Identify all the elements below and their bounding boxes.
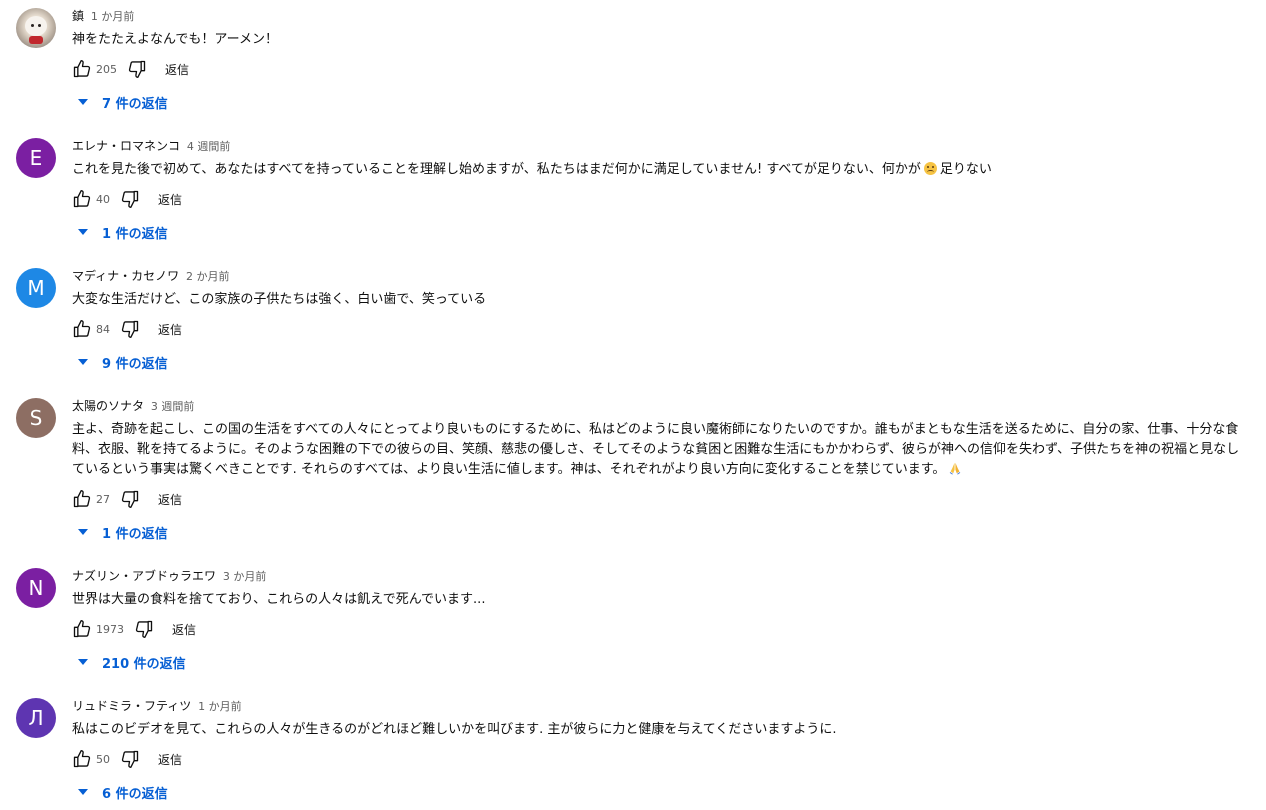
- view-replies-button[interactable]: 7 件の返信: [78, 92, 168, 112]
- dog-bow: [29, 36, 43, 44]
- avatar[interactable]: S: [16, 398, 56, 438]
- avatar-letter: S: [29, 406, 43, 430]
- comment-text-part: 主よ、奇跡を起こし、この国の生活をすべての人々にとってより良いものにするために、…: [72, 422, 1240, 477]
- thumb-down-icon[interactable]: [120, 189, 140, 209]
- replies-count-label: 7 件の返信: [102, 96, 168, 112]
- thumb-up-icon[interactable]: [72, 189, 92, 209]
- folded-hands-icon: [950, 462, 961, 475]
- like-count: 205: [96, 62, 117, 76]
- comment-time[interactable]: 1 か月前: [198, 700, 242, 713]
- comment-time[interactable]: 4 週間前: [187, 140, 231, 153]
- comment-author[interactable]: マディナ・カセノワ: [72, 269, 179, 283]
- avatar-letter: M: [27, 276, 45, 300]
- comment-author[interactable]: リュドミラ・フティツ: [72, 699, 191, 713]
- caret-down-icon: [78, 229, 88, 235]
- avatar[interactable]: E: [16, 138, 56, 178]
- comment-author[interactable]: 鎮: [72, 9, 84, 23]
- like-count: 40: [96, 192, 110, 206]
- thumb-up-icon[interactable]: [72, 619, 92, 639]
- reply-button[interactable]: 返信: [158, 191, 182, 208]
- thumb-down-icon[interactable]: [120, 319, 140, 339]
- reply-button[interactable]: 返信: [158, 751, 182, 768]
- dog-eye: [31, 24, 34, 27]
- caret-down-icon: [78, 359, 88, 365]
- thumb-up-icon[interactable]: [72, 489, 92, 509]
- comment-header: エレナ・ロマネンコ 4 週間前: [72, 138, 230, 154]
- comment-text: 主よ、奇跡を起こし、この国の生活をすべての人々にとってより良いものにするために、…: [72, 420, 1242, 480]
- thumb-down-icon[interactable]: [134, 619, 154, 639]
- dog-eye: [38, 24, 41, 27]
- avatar[interactable]: N: [16, 568, 56, 608]
- comment-author[interactable]: 太陽のソナタ: [72, 399, 144, 413]
- view-replies-button[interactable]: 1 件の返信: [78, 522, 168, 542]
- replies-count-label: 9 件の返信: [102, 356, 168, 372]
- reply-button[interactable]: 返信: [158, 321, 182, 338]
- replies-count-label: 1 件の返信: [102, 526, 168, 542]
- comment-actions: 50 返信: [72, 749, 182, 769]
- caret-down-icon: [78, 789, 88, 795]
- reply-button[interactable]: 返信: [158, 491, 182, 508]
- avatar[interactable]: Л: [16, 698, 56, 738]
- like-count: 50: [96, 752, 110, 766]
- comment-actions: 1973 返信: [72, 619, 196, 639]
- avatar[interactable]: [16, 8, 56, 48]
- thumb-down-icon[interactable]: [120, 489, 140, 509]
- view-replies-button[interactable]: 210 件の返信: [78, 652, 186, 672]
- comment-actions: 40 返信: [72, 189, 182, 209]
- caret-down-icon: [78, 99, 88, 105]
- thumb-up-icon[interactable]: [72, 749, 92, 769]
- thumb-up-icon[interactable]: [72, 319, 92, 339]
- reply-button[interactable]: 返信: [165, 61, 189, 78]
- avatar[interactable]: M: [16, 268, 56, 308]
- comment-text: これを見た後で初めて、あなたはすべてを持っていることを理解し始めますが、私たちは…: [72, 160, 1242, 180]
- replies-count-label: 1 件の返信: [102, 226, 168, 242]
- comment-text: 世界は大量の食料を捨てており、これらの人々は飢えで死んでいます...: [72, 592, 486, 607]
- replies-count-label: 6 件の返信: [102, 786, 168, 802]
- comment-actions: 27 返信: [72, 489, 182, 509]
- comment-text: 私はこのビデオを見て、これらの人々が生きるのがどれほど難しいかを叫びます. 主が…: [72, 722, 837, 737]
- comment-actions: 84 返信: [72, 319, 182, 339]
- comment-time[interactable]: 1 か月前: [91, 10, 135, 23]
- comment-header: リュドミラ・フティツ 1 か月前: [72, 698, 242, 714]
- frowning-face-icon: [923, 162, 937, 175]
- thumb-up-icon[interactable]: [72, 59, 92, 79]
- comment-header: ナズリン・アブドゥラエワ 3 か月前: [72, 568, 266, 584]
- replies-count-label: 210 件の返信: [102, 656, 186, 672]
- comment-header: 鎮 1 か月前: [72, 8, 134, 24]
- caret-down-icon: [78, 529, 88, 535]
- comment-text: 神をたたえよなんでも！アーメン！: [72, 32, 279, 47]
- view-replies-button[interactable]: 9 件の返信: [78, 352, 168, 372]
- comment-author[interactable]: ナズリン・アブドゥラエワ: [72, 569, 216, 583]
- comment-time[interactable]: 3 週間前: [151, 400, 195, 413]
- comment-text-part: 足りない: [939, 162, 992, 177]
- avatar-letter: N: [28, 576, 44, 600]
- comment-time[interactable]: 3 か月前: [223, 570, 267, 583]
- view-replies-button[interactable]: 6 件の返信: [78, 782, 168, 802]
- reply-button[interactable]: 返信: [172, 621, 196, 638]
- thumb-down-icon[interactable]: [120, 749, 140, 769]
- avatar-letter: Л: [28, 706, 44, 730]
- comment-time[interactable]: 2 か月前: [186, 270, 230, 283]
- avatar-letter: E: [29, 146, 43, 170]
- comment-author[interactable]: エレナ・ロマネンコ: [72, 139, 180, 153]
- caret-down-icon: [78, 659, 88, 665]
- like-count: 84: [96, 322, 110, 336]
- like-count: 27: [96, 492, 110, 506]
- like-count: 1973: [96, 622, 124, 636]
- comment-header: マディナ・カセノワ 2 か月前: [72, 268, 230, 284]
- comment-actions: 205 返信: [72, 59, 189, 79]
- thumb-down-icon[interactable]: [127, 59, 147, 79]
- comment-text-part: これを見た後で初めて、あなたはすべてを持っていることを理解し始めますが、私たちは…: [72, 162, 921, 177]
- view-replies-button[interactable]: 1 件の返信: [78, 222, 168, 242]
- dog-face-image: [25, 16, 47, 36]
- comment-header: 太陽のソナタ 3 週間前: [72, 398, 194, 414]
- comment-text: 大変な生活だけど、この家族の子供たちは強く、白い歯で、笑っている: [72, 292, 487, 307]
